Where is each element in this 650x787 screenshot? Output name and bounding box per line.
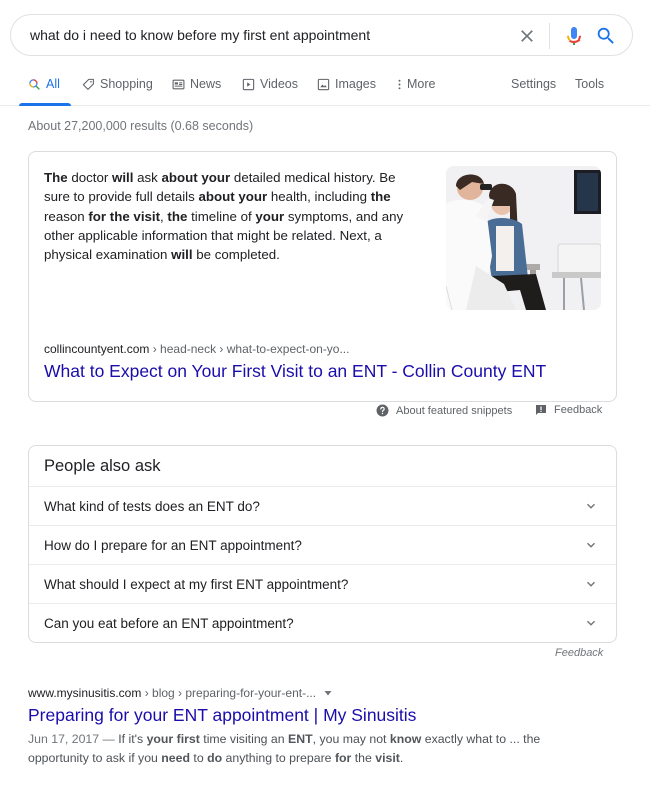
more-vert-icon	[398, 79, 401, 89]
chevron-down-icon	[587, 542, 595, 548]
chevron-down-icon	[587, 503, 595, 509]
text-segment: anything to prepare	[222, 751, 335, 765]
text-segment: be completed.	[192, 247, 280, 263]
highlighted-term: do	[207, 751, 223, 765]
result-cite: www.mysinusitis.com › blog › preparing-f…	[28, 686, 588, 700]
chevron-down-icon	[587, 581, 595, 587]
paa-heading: People also ask	[44, 457, 161, 475]
feedback-icon	[536, 405, 546, 415]
highlighted-term: visit	[375, 751, 400, 765]
newspaper-icon	[172, 79, 185, 89]
highlighted-term: need	[161, 751, 190, 765]
tab-news[interactable]: News	[172, 77, 221, 91]
search-icon	[29, 78, 40, 90]
text-segment: , you may not	[312, 732, 390, 746]
text-segment: doctor	[67, 170, 112, 185]
highlighted-term: your	[255, 208, 285, 224]
highlighted-term: will	[112, 170, 134, 185]
image-icon	[317, 78, 330, 90]
tab-label: Shopping	[100, 77, 153, 91]
paa-question-text: What should I expect at my first ENT app…	[44, 577, 349, 592]
paa-question[interactable]: What should I expect at my first ENT app…	[29, 564, 616, 603]
result-title-link[interactable]: Preparing for your ENT appointment | My …	[28, 705, 588, 726]
search-tabs: All Shopping News Videos Images More Set…	[0, 66, 650, 106]
result-date: Jun 17, 2017 —	[28, 732, 119, 746]
caret-down-icon[interactable]	[323, 688, 333, 698]
help-icon	[376, 404, 389, 417]
snippet-breadcrumb: › head-neck › what-to-expect-on-yo...	[149, 342, 350, 356]
search-divider	[549, 23, 550, 49]
paa-feedback-link[interactable]: Feedback	[555, 647, 603, 659]
text-segment: reason	[44, 208, 89, 224]
highlighted-term: about your	[198, 189, 268, 205]
tab-videos[interactable]: Videos	[242, 77, 298, 91]
search-icon[interactable]	[595, 25, 617, 47]
about-featured-snippets-label: About featured snippets	[396, 404, 513, 417]
result-breadcrumb: › blog › preparing-for-your-ent-...	[141, 686, 317, 700]
tab-all[interactable]: All	[28, 77, 60, 91]
tab-label: All	[46, 77, 60, 91]
about-featured-snippets-link[interactable]: About featured snippets	[376, 404, 512, 417]
search-box	[10, 14, 633, 56]
tab-more[interactable]: More	[397, 77, 435, 91]
result-description: Jun 17, 2017 — If it's your first time v…	[28, 730, 588, 768]
tab-label: Images	[335, 77, 376, 91]
tab-shopping[interactable]: Shopping	[82, 77, 153, 91]
tab-label: News	[190, 77, 222, 91]
settings-link[interactable]: Settings	[511, 77, 556, 91]
tab-images[interactable]: Images	[317, 77, 376, 91]
doctor-patient-photo	[446, 166, 601, 310]
search-result: www.mysinusitis.com › blog › preparing-f…	[28, 686, 588, 768]
paa-question[interactable]: Can you eat before an ENT appointment?	[29, 603, 616, 642]
snippet-feedback-link[interactable]: Feedback	[535, 404, 602, 416]
people-also-ask: People also ask What kind of tests does …	[28, 445, 617, 643]
tools-link[interactable]: Tools	[575, 77, 604, 91]
paa-question-text: How do I prepare for an ENT appointment?	[44, 538, 302, 553]
snippet-site: collincountyent.com	[44, 342, 150, 356]
search-input[interactable]	[30, 27, 500, 43]
feedback-label: Feedback	[554, 404, 603, 416]
text-segment: timeline of	[187, 208, 256, 224]
text-segment: to	[190, 751, 208, 765]
highlighted-term: ENT	[288, 732, 313, 746]
highlighted-term: about your	[161, 170, 231, 185]
text-segment: ask	[133, 170, 162, 185]
snippet-cite: collincountyent.com › head-neck › what-t…	[44, 342, 349, 356]
settings-label: Settings	[511, 77, 557, 91]
close-icon[interactable]	[517, 26, 537, 46]
highlighted-term: the	[370, 189, 391, 205]
highlighted-term: for	[334, 751, 352, 765]
tab-label: Videos	[260, 77, 298, 91]
tag-icon	[82, 78, 94, 90]
play-icon	[242, 78, 255, 90]
highlighted-term: for the visit	[88, 208, 161, 224]
paa-question[interactable]: What kind of tests does an ENT do?	[29, 486, 616, 525]
highlighted-term: will	[171, 247, 193, 263]
highlighted-term: know	[389, 732, 422, 746]
microphone-icon[interactable]	[562, 24, 586, 48]
tab-label: More	[407, 77, 436, 91]
text-segment: time visiting an	[199, 732, 289, 746]
result-stats: About 27,200,000 results (0.68 seconds)	[28, 119, 254, 133]
text-segment: If it's	[118, 732, 147, 746]
snippet-image[interactable]	[446, 166, 601, 310]
result-site: www.mysinusitis.com	[28, 686, 142, 700]
active-tab-indicator	[19, 103, 71, 106]
paa-question-text: Can you eat before an ENT appointment?	[44, 616, 294, 631]
highlighted-term: The	[44, 170, 68, 185]
paa-question[interactable]: How do I prepare for an ENT appointment?	[29, 525, 616, 564]
text-segment: health, including	[267, 189, 371, 205]
featured-snippet: The doctor will ask about your detailed …	[28, 151, 617, 402]
text-segment: .	[399, 751, 404, 765]
highlighted-term: your first	[146, 732, 200, 746]
highlighted-term: the	[167, 208, 188, 224]
paa-question-text: What kind of tests does an ENT do?	[44, 499, 260, 514]
snippet-text: The doctor will ask about your detailed …	[44, 168, 419, 264]
tools-label: Tools	[575, 77, 605, 91]
chevron-down-icon	[587, 620, 595, 626]
snippet-title-link[interactable]: What to Expect on Your First Visit to an…	[44, 361, 546, 382]
text-segment: the	[351, 751, 376, 765]
